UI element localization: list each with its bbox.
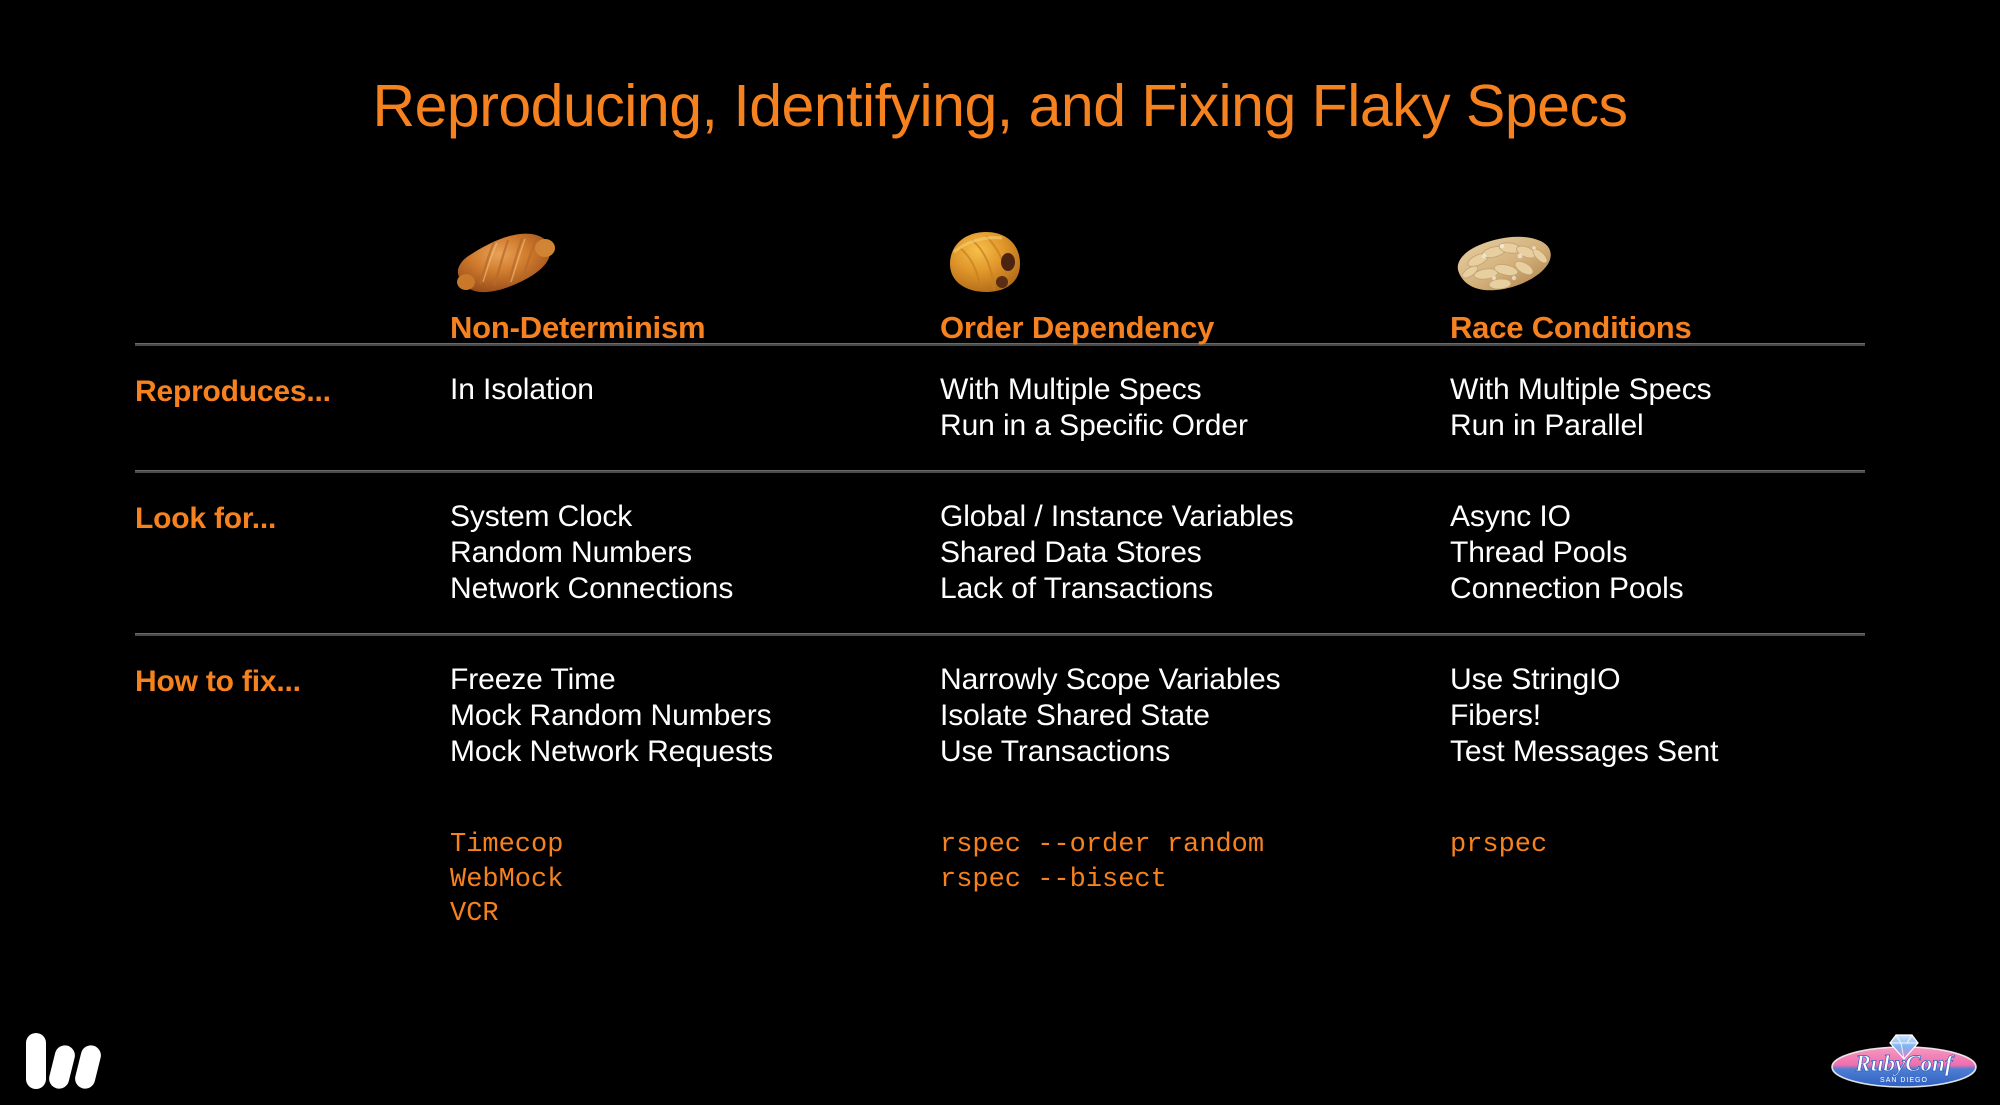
tools-order-dependency: rspec --order random rspec --bisect bbox=[940, 828, 1450, 897]
rubyconf-wordmark: RubyConf bbox=[1854, 1051, 1954, 1076]
list-item: Mock Network Requests bbox=[450, 735, 774, 768]
list-item: Run in Parallel bbox=[1450, 409, 1644, 442]
list-item: Lack of Transactions bbox=[940, 572, 1214, 605]
code-item: rspec --order random bbox=[940, 830, 1265, 860]
list-item: Use Transactions bbox=[940, 735, 1171, 768]
column-header-race-conditions: Race Conditions bbox=[1450, 190, 1865, 343]
croissant-icon bbox=[450, 222, 562, 300]
rubyconf-subtitle: SAN DIEGO bbox=[1880, 1077, 1928, 1084]
flaky-specs-matrix: Non-Determinism Order Dependency Race Co… bbox=[135, 190, 1865, 932]
code-item: Timecop bbox=[450, 830, 564, 860]
list-item: With Multiple Specs bbox=[940, 373, 1202, 406]
cell-reproduces-order-dependency: With Multiple Specs Run in a Specific Or… bbox=[940, 372, 1450, 444]
pain-au-chocolat-icon bbox=[940, 222, 1052, 300]
list-item: With Multiple Specs bbox=[1450, 373, 1712, 406]
list-item: Async IO bbox=[1450, 500, 1571, 533]
code-item: rspec --bisect bbox=[940, 864, 1167, 895]
tools-non-determinism: Timecop WebMock VCR bbox=[450, 828, 940, 932]
list-item: In Isolation bbox=[450, 373, 594, 406]
cell-reproduces-non-determinism: In Isolation bbox=[450, 372, 940, 408]
list-item: Random Numbers bbox=[450, 536, 693, 569]
column-header-order-dependency: Order Dependency bbox=[940, 190, 1450, 343]
page-title: Reproducing, Identifying, and Fixing Fla… bbox=[372, 73, 1628, 139]
code-item: VCR bbox=[450, 899, 499, 930]
list-item: Test Messages Sent bbox=[1450, 735, 1719, 768]
row-label: How to fix... bbox=[135, 665, 301, 698]
list-item: Network Connections bbox=[450, 572, 734, 605]
column-header-label: Race Conditions bbox=[1450, 310, 1692, 345]
code-item: WebMock bbox=[450, 864, 564, 895]
tools-row: Timecop WebMock VCR rspec --order random… bbox=[135, 796, 1865, 932]
column-header-non-determinism: Non-Determinism bbox=[450, 190, 940, 343]
cell-how-to-fix-non-determinism: Freeze Time Mock Random Numbers Mock Net… bbox=[450, 662, 940, 770]
table-row-how-to-fix: How to fix... Freeze Time Mock Random Nu… bbox=[135, 636, 1865, 796]
list-item: Narrowly Scope Variables bbox=[940, 663, 1281, 696]
list-item: Global / Instance Variables bbox=[940, 500, 1294, 533]
row-label: Reproduces... bbox=[135, 375, 331, 408]
list-item: Use StringIO bbox=[1450, 663, 1621, 696]
tools-race-conditions: prspec bbox=[1450, 828, 1865, 863]
table-row-look-for: Look for... System Clock Random Numbers … bbox=[135, 473, 1865, 633]
cell-how-to-fix-race-conditions: Use StringIO Fibers! Test Messages Sent bbox=[1450, 662, 1865, 770]
list-item: System Clock bbox=[450, 500, 633, 533]
list-item: Thread Pools bbox=[1450, 536, 1628, 569]
cell-look-for-non-determinism: System Clock Random Numbers Network Conn… bbox=[450, 499, 940, 607]
cell-look-for-race-conditions: Async IO Thread Pools Connection Pools bbox=[1450, 499, 1865, 607]
list-item: Isolate Shared State bbox=[940, 699, 1210, 732]
m-logo bbox=[22, 1025, 104, 1093]
cell-reproduces-race-conditions: With Multiple Specs Run in Parallel bbox=[1450, 372, 1865, 444]
list-item: Connection Pools bbox=[1450, 572, 1684, 605]
list-item: Mock Random Numbers bbox=[450, 699, 772, 732]
row-label: Look for... bbox=[135, 502, 277, 535]
code-item: prspec bbox=[1450, 830, 1548, 860]
almond-croissant-icon bbox=[1450, 222, 1562, 300]
list-item: Shared Data Stores bbox=[940, 536, 1202, 569]
cell-how-to-fix-order-dependency: Narrowly Scope Variables Isolate Shared … bbox=[940, 662, 1450, 770]
list-item: Fibers! bbox=[1450, 699, 1541, 732]
slide-root: Reproducing, Identifying, and Fixing Fla… bbox=[0, 0, 2000, 1105]
column-header-label: Order Dependency bbox=[940, 310, 1215, 345]
matrix-header-row: Non-Determinism Order Dependency Race Co… bbox=[135, 190, 1865, 343]
rubyconf-logo: RubyConf SAN DIEGO bbox=[1824, 1029, 1984, 1091]
column-header-label: Non-Determinism bbox=[450, 310, 706, 345]
list-item: Freeze Time bbox=[450, 663, 616, 696]
cell-look-for-order-dependency: Global / Instance Variables Shared Data … bbox=[940, 499, 1450, 607]
list-item: Run in a Specific Order bbox=[940, 409, 1248, 442]
table-row-reproduces: Reproduces... In Isolation With Multiple… bbox=[135, 346, 1865, 470]
